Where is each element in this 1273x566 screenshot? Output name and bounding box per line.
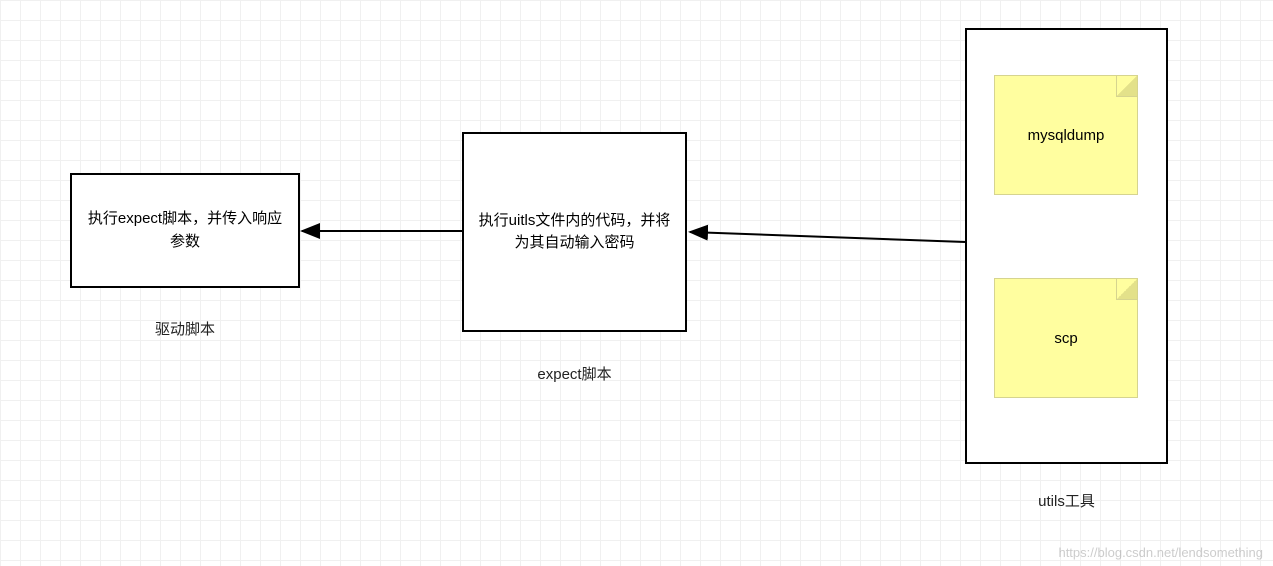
expect-label: expect脚本 (462, 363, 687, 384)
utils-label: utils工具 (965, 490, 1168, 511)
expect-box: 执行uitls文件内的代码，并将为其自动输入密码 (462, 132, 687, 332)
scp-note: scp (994, 278, 1138, 398)
watermark: https://blog.csdn.net/lendsomething (1058, 545, 1263, 560)
driver-box: 执行expect脚本，并传入响应参数 (70, 173, 300, 288)
mysqldump-note: mysqldump (994, 75, 1138, 195)
expect-text: 执行uitls文件内的代码，并将为其自动输入密码 (474, 210, 675, 255)
driver-label: 驱动脚本 (70, 318, 300, 339)
arrow-utils-to-expect (690, 232, 965, 242)
scp-text: scp (1054, 330, 1077, 347)
driver-text: 执行expect脚本，并传入响应参数 (82, 208, 288, 253)
mysqldump-text: mysqldump (1028, 127, 1105, 144)
